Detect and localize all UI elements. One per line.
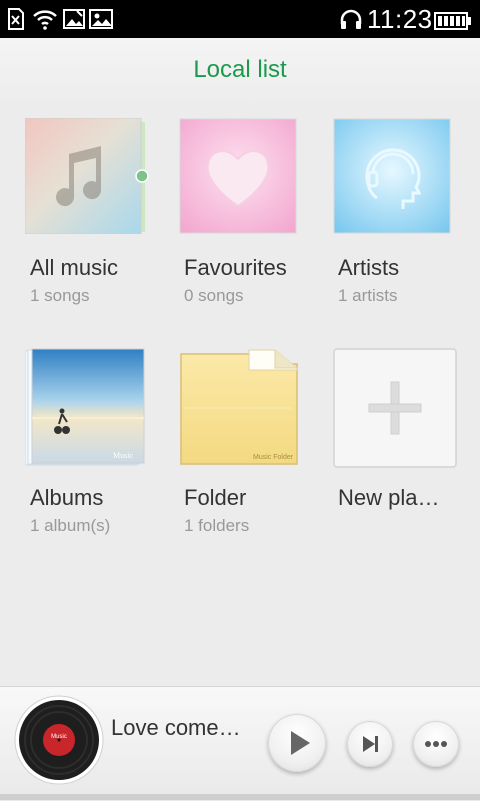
grid-item-folder[interactable]: Music Folder Folder 1 folders — [179, 348, 309, 548]
image-notification-icon — [63, 9, 85, 29]
album-photo-icon: Music — [25, 348, 145, 466]
wifi-icon — [33, 10, 57, 30]
grid-item-label: Albums — [30, 485, 104, 510]
album-disc-icon[interactable]: Music — [14, 695, 104, 785]
folder-art-caption: Music Folder — [253, 454, 294, 461]
grid-item-label: Favourites — [184, 255, 287, 280]
grid-item-label: Folder — [184, 485, 247, 510]
plus-icon — [333, 348, 457, 468]
next-track-button[interactable] — [347, 721, 393, 767]
grid-item-albums[interactable]: Music Albums 1 album(s) — [25, 348, 155, 548]
headphones-icon — [340, 9, 362, 29]
grid-item-count: 0 songs — [184, 286, 244, 305]
grid-item-artists[interactable]: Artists 1 artists — [333, 118, 463, 318]
page-title: Local list — [193, 56, 287, 83]
grid-item-label: All music — [30, 255, 119, 280]
play-button[interactable] — [268, 714, 326, 772]
album-art-caption: Music — [113, 451, 133, 460]
grid-item-count: 1 folders — [184, 516, 250, 535]
more-options-button[interactable] — [413, 721, 459, 767]
now-playing-bar: Music Love come… — [0, 686, 480, 801]
status-bar: 11:23 — [0, 0, 480, 38]
grid-item-count: 1 songs — [30, 286, 90, 305]
play-icon — [291, 731, 310, 755]
grid-item-label: New pla… — [338, 485, 440, 510]
clock-time: 11:23 — [367, 4, 433, 34]
battery-icon — [434, 12, 471, 30]
bottom-divider — [0, 794, 480, 800]
grid-item-label: Artists — [338, 255, 400, 280]
grid-item-favourites[interactable]: Favourites 0 songs — [179, 118, 309, 318]
folder-icon: Music Folder — [180, 349, 298, 465]
skip-next-icon — [363, 736, 378, 752]
heart-icon — [179, 118, 297, 234]
grid-item-count: 1 artists — [338, 286, 398, 305]
music-note-icon — [25, 118, 149, 234]
title-bar: Local list — [0, 38, 480, 102]
picture-notification-icon — [89, 9, 113, 29]
track-title: Love come… — [111, 715, 241, 740]
grid-item-count: 1 album(s) — [30, 516, 111, 535]
grid-item-all-music[interactable]: All music 1 songs — [25, 118, 155, 318]
more-dots-icon — [425, 741, 447, 747]
artist-headphones-icon — [333, 118, 451, 234]
sim-card-error-icon — [8, 8, 24, 30]
grid-item-new-playlist[interactable]: New pla… — [333, 348, 463, 548]
